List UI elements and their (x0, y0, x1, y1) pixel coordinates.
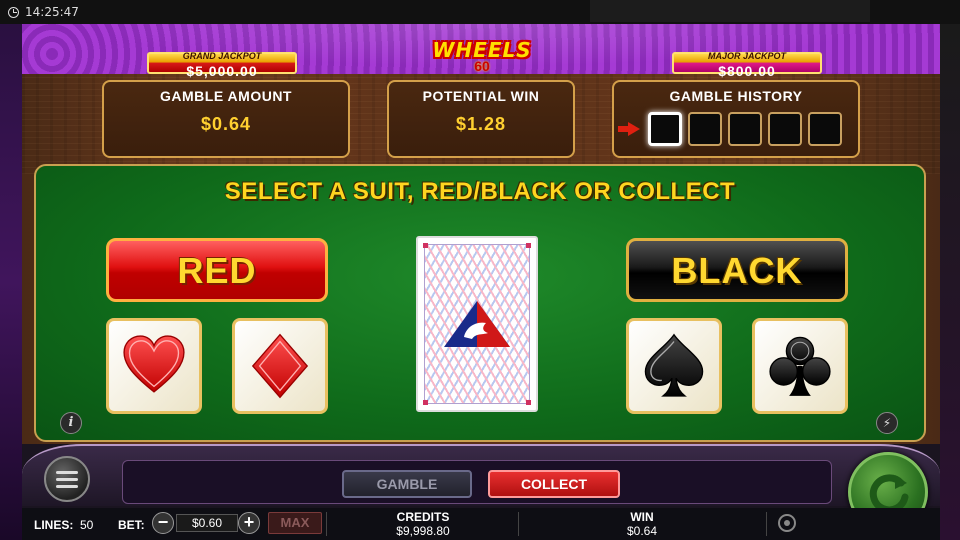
credits-label: CREDITS (396, 510, 450, 524)
gamble-history-box: GAMBLE HISTORY (612, 80, 860, 158)
club-button[interactable] (752, 318, 848, 414)
right-border (940, 24, 960, 540)
card-back-pattern (423, 243, 531, 405)
game-logo: WHEELS 60 (430, 38, 534, 78)
potential-win-box: POTENTIAL WIN $1.28 (387, 80, 575, 158)
menu-line (56, 484, 78, 488)
red-button[interactable]: RED (106, 238, 328, 302)
gamble-button[interactable]: GAMBLE (342, 470, 472, 498)
gamble-table: SELECT A SUIT, RED/BLACK OR COLLECT RED … (34, 164, 926, 442)
history-slot-1 (648, 112, 682, 146)
club-icon (769, 336, 831, 396)
history-slot-5 (808, 112, 842, 146)
card-corner (526, 400, 531, 405)
card-corner (423, 400, 428, 405)
gamble-history-row (618, 112, 842, 146)
control-panel-inner (122, 460, 832, 504)
lines-label: LINES: (34, 518, 74, 532)
grand-jackpot-label: GRAND JACKPOT (182, 51, 262, 61)
spade-icon (644, 333, 704, 397)
left-border (0, 24, 22, 540)
history-slot-3 (728, 112, 762, 146)
max-bet-button[interactable]: MAX (268, 512, 322, 534)
menu-line (56, 470, 78, 474)
bet-value: $0.60 (176, 514, 238, 532)
history-slot-2 (688, 112, 722, 146)
divider (326, 512, 327, 536)
collect-button[interactable]: COLLECT (488, 470, 620, 498)
game-window: GRAND JACKPOT $5,000.00 WHEELS 60 MAJOR … (22, 24, 940, 540)
divider (766, 512, 767, 536)
card-corner (423, 243, 428, 248)
status-bar: 14:25:47 (0, 0, 960, 24)
status-bar-blank (590, 0, 870, 22)
settings-icon[interactable] (778, 514, 796, 532)
divider (518, 512, 519, 536)
heart-icon (123, 335, 185, 393)
diamond-button[interactable] (232, 318, 328, 414)
potential-win-value: $1.28 (455, 114, 507, 134)
potential-win-title: POTENTIAL WIN (422, 88, 540, 104)
card-back (416, 236, 538, 412)
credits-value: $9,998.80 (396, 524, 450, 538)
major-jackpot-value: $800.00 (718, 63, 776, 79)
diamond-icon (251, 333, 309, 399)
info-icon[interactable]: i (60, 412, 82, 434)
gamble-prompt: SELECT A SUIT, RED/BLACK OR COLLECT (224, 178, 736, 205)
major-jackpot: MAJOR JACKPOT $800.00 (672, 51, 822, 79)
major-jackpot-label: MAJOR JACKPOT (707, 51, 786, 61)
arrow-icon (618, 122, 640, 136)
card-corner (526, 243, 531, 248)
grand-jackpot: GRAND JACKPOT $5,000.00 (147, 51, 297, 79)
spade-button[interactable] (626, 318, 722, 414)
bet-increase-button[interactable]: + (238, 512, 260, 534)
menu-icon[interactable] (44, 456, 90, 502)
black-button[interactable]: BLACK (626, 238, 848, 302)
control-panel: GAMBLE COLLECT LINES: 50 BET: − $0.60 + … (22, 444, 940, 540)
history-slot-4 (768, 112, 802, 146)
status-time: 14:25:47 (25, 5, 79, 19)
menu-line (56, 477, 78, 481)
gamble-amount-value: $0.64 (200, 114, 252, 134)
bet-decrease-button[interactable]: − (152, 512, 174, 534)
clock-icon (8, 6, 19, 18)
win-label: WIN (630, 510, 654, 524)
card-logo-icon (444, 301, 510, 347)
bet-label: BET: (118, 518, 145, 532)
gamble-history-title: GAMBLE HISTORY (669, 88, 803, 104)
gamble-amount-title: GAMBLE AMOUNT (160, 88, 292, 104)
lightning-icon[interactable]: ⚡ (876, 412, 898, 434)
win-value: $0.64 (626, 524, 658, 538)
gamble-amount-box: GAMBLE AMOUNT $0.64 (102, 80, 350, 158)
grand-jackpot-value: $5,000.00 (186, 63, 258, 79)
heart-button[interactable] (106, 318, 202, 414)
bottom-bar: LINES: 50 BET: − $0.60 + MAX CREDITS $9,… (22, 508, 940, 540)
lines-value: 50 (80, 518, 94, 532)
